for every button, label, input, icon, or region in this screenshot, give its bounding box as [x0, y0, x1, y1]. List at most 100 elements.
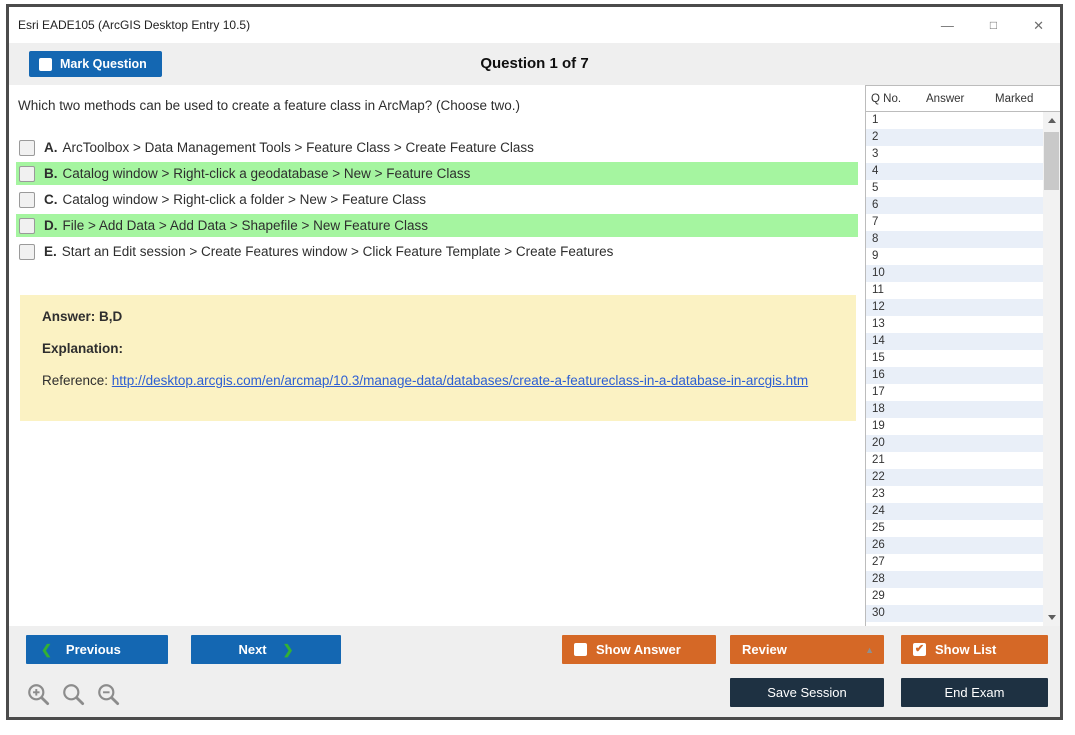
- zoom-toolbar: [26, 682, 122, 708]
- option-letter: D.: [44, 218, 58, 233]
- question-list-row-10[interactable]: 10: [866, 265, 1043, 282]
- question-list-row-20[interactable]: 20: [866, 435, 1043, 452]
- reference-prefix: Reference:: [42, 373, 112, 388]
- option-checkbox-C[interactable]: [19, 192, 35, 208]
- next-label: Next: [238, 642, 266, 657]
- chevron-left-icon: ❮: [41, 642, 52, 658]
- option-row-C[interactable]: C. Catalog window > Right-click a folder …: [16, 188, 858, 211]
- question-list-row-18[interactable]: 18: [866, 401, 1043, 418]
- option-row-B[interactable]: B. Catalog window > Right-click a geodata…: [16, 162, 858, 185]
- zoom-out-icon[interactable]: [96, 682, 122, 708]
- option-row-A[interactable]: A.ArcToolbox > Data Management Tools > F…: [16, 136, 858, 159]
- question-list-row-28[interactable]: 28: [866, 571, 1043, 588]
- option-text: File > Add Data > Add Data > Shapefile >…: [63, 218, 428, 233]
- maximize-icon[interactable]: □: [990, 19, 997, 31]
- option-row-E[interactable]: E.Start an Edit session > Create Feature…: [16, 240, 858, 263]
- question-list-row-4[interactable]: 4: [866, 163, 1043, 180]
- question-list-row-8[interactable]: 8: [866, 231, 1043, 248]
- option-text: Catalog window > Right-click a folder > …: [63, 192, 427, 207]
- question-list-row-29[interactable]: 29: [866, 588, 1043, 605]
- question-list-rows: 1234567891011121314151617181920212223242…: [866, 112, 1043, 626]
- question-list-row-27[interactable]: 27: [866, 554, 1043, 571]
- answer-value: Answer: B,D: [42, 308, 834, 326]
- show-list-label: Show List: [935, 642, 996, 657]
- mark-question-button[interactable]: Mark Question: [29, 51, 162, 77]
- show-list-button[interactable]: ✔ Show List: [901, 635, 1048, 664]
- question-list-row-21[interactable]: 21: [866, 452, 1043, 469]
- question-list-row-2[interactable]: 2: [866, 129, 1043, 146]
- window-title: Esri EADE105 (ArcGIS Desktop Entry 10.5): [18, 7, 250, 43]
- review-dropdown-button[interactable]: Review ▲: [730, 635, 884, 664]
- save-session-button[interactable]: Save Session: [730, 678, 884, 707]
- show-answer-checkbox-icon: [574, 643, 587, 656]
- question-list-row-22[interactable]: 22: [866, 469, 1043, 486]
- question-list-scrollbar[interactable]: [1043, 112, 1060, 626]
- question-list-header: Q No. Answer Marked: [866, 86, 1060, 112]
- exam-window: Esri EADE105 (ArcGIS Desktop Entry 10.5)…: [6, 4, 1063, 720]
- question-list-row-1[interactable]: 1: [866, 112, 1043, 129]
- question-list-row-7[interactable]: 7: [866, 214, 1043, 231]
- question-list-row-17[interactable]: 17: [866, 384, 1043, 401]
- question-list-row-14[interactable]: 14: [866, 333, 1043, 350]
- question-list-row-26[interactable]: 26: [866, 537, 1043, 554]
- scroll-down-icon[interactable]: [1043, 609, 1060, 626]
- option-checkbox-E[interactable]: [19, 244, 35, 260]
- title-bar: Esri EADE105 (ArcGIS Desktop Entry 10.5)…: [9, 7, 1060, 43]
- question-list-row-6[interactable]: 6: [866, 197, 1043, 214]
- review-label: Review: [742, 642, 787, 657]
- option-row-D[interactable]: D. File > Add Data > Add Data > Shapefile…: [16, 214, 858, 237]
- save-session-label: Save Session: [767, 685, 847, 700]
- option-letter: A.: [44, 140, 58, 155]
- show-answer-button[interactable]: Show Answer: [562, 635, 716, 664]
- column-answer: Answer: [926, 93, 995, 105]
- option-letter: C.: [44, 192, 58, 207]
- question-list-row-25[interactable]: 25: [866, 520, 1043, 537]
- question-list-row-15[interactable]: 15: [866, 350, 1043, 367]
- show-list-checkbox-icon: ✔: [913, 643, 926, 656]
- scrollbar-thumb[interactable]: [1044, 132, 1059, 190]
- question-list-row-23[interactable]: 23: [866, 486, 1043, 503]
- question-list-row-30[interactable]: 30: [866, 605, 1043, 622]
- chevron-right-icon: ❯: [283, 642, 294, 658]
- question-list-row-9[interactable]: 9: [866, 248, 1043, 265]
- window-controls: — □ ✕: [941, 7, 1044, 43]
- scroll-up-icon[interactable]: [1043, 112, 1060, 129]
- question-list-row-19[interactable]: 19: [866, 418, 1043, 435]
- zoom-in-icon[interactable]: [26, 682, 52, 708]
- option-text: Start an Edit session > Create Features …: [62, 244, 614, 259]
- options-list: A.ArcToolbox > Data Management Tools > F…: [16, 136, 858, 266]
- zoom-reset-icon[interactable]: [61, 682, 87, 708]
- previous-button[interactable]: ❮ Previous: [26, 635, 168, 664]
- close-icon[interactable]: ✕: [1033, 19, 1044, 32]
- explanation-label: Explanation:: [42, 340, 834, 358]
- option-text: Catalog window > Right-click a geodataba…: [63, 166, 471, 181]
- end-exam-button[interactable]: End Exam: [901, 678, 1048, 707]
- question-list-row-13[interactable]: 13: [866, 316, 1043, 333]
- question-list-row-24[interactable]: 24: [866, 503, 1043, 520]
- mark-question-label: Mark Question: [60, 57, 147, 71]
- question-list-row-5[interactable]: 5: [866, 180, 1043, 197]
- question-area: Which two methods can be used to create …: [9, 85, 865, 626]
- mark-question-checkbox-icon: [39, 58, 52, 71]
- next-button[interactable]: Next ❯: [191, 635, 341, 664]
- header-bar: Question 1 of 7 Mark Question: [9, 43, 1060, 85]
- question-list-row-12[interactable]: 12: [866, 299, 1043, 316]
- end-exam-label: End Exam: [945, 685, 1005, 700]
- option-checkbox-A[interactable]: [19, 140, 35, 156]
- question-text: Which two methods can be used to create …: [18, 98, 520, 113]
- footer-bar: ❮ Previous Next ❯ Show Answer Review ▲ ✔…: [9, 626, 1060, 717]
- option-checkbox-B[interactable]: [19, 166, 35, 182]
- option-letter: B.: [44, 166, 58, 181]
- show-answer-label: Show Answer: [596, 642, 681, 657]
- minimize-icon[interactable]: —: [941, 19, 954, 32]
- reference-link[interactable]: http://desktop.arcgis.com/en/arcmap/10.3…: [112, 373, 808, 388]
- option-checkbox-D[interactable]: [19, 218, 35, 234]
- question-list-row-11[interactable]: 11: [866, 282, 1043, 299]
- question-counter: Question 1 of 7: [9, 43, 1060, 85]
- chevron-up-icon: ▲: [865, 645, 874, 655]
- column-q-no: Q No.: [866, 93, 926, 105]
- question-list-row-3[interactable]: 3: [866, 146, 1043, 163]
- reference-line: Reference: http://desktop.arcgis.com/en/…: [42, 372, 834, 390]
- check-icon: ✔: [915, 644, 924, 655]
- question-list-row-16[interactable]: 16: [866, 367, 1043, 384]
